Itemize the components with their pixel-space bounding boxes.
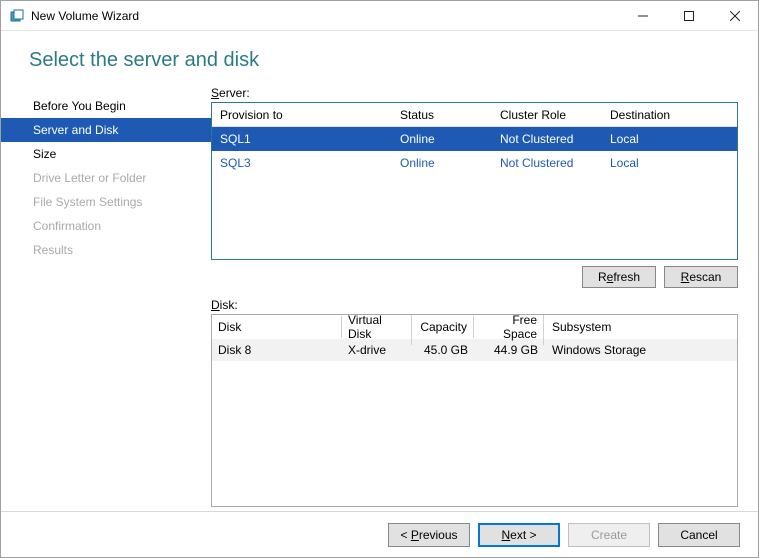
main-content: Server: Provision to Status Cluster Role… — [211, 82, 738, 511]
col-cluster[interactable]: Cluster Role — [492, 104, 602, 126]
close-button[interactable] — [712, 1, 758, 30]
minimize-button[interactable] — [620, 1, 666, 30]
app-icon — [9, 8, 25, 24]
sidebar-item-file-system: File System Settings — [1, 190, 211, 214]
server-row[interactable]: SQL1 Online Not Clustered Local — [212, 127, 737, 151]
server-buttons: Refresh Rescan — [211, 266, 738, 288]
window-controls — [620, 1, 758, 30]
window-title: New Volume Wizard — [31, 9, 620, 23]
cell-destination: Local — [602, 128, 737, 150]
wizard-sidebar: Before You Begin Server and Disk Size Dr… — [1, 82, 211, 511]
cell-destination: Local — [602, 152, 737, 174]
cell-provision: SQL1 — [212, 128, 392, 150]
sidebar-item-before-you-begin[interactable]: Before You Begin — [1, 94, 211, 118]
disk-label: Disk: — [211, 298, 738, 312]
col-disk[interactable]: Disk — [212, 316, 342, 338]
sidebar-item-drive-letter: Drive Letter or Folder — [1, 166, 211, 190]
heading-area: Select the server and disk — [1, 31, 758, 82]
col-status[interactable]: Status — [392, 104, 492, 126]
cell-disk: Disk 8 — [212, 340, 342, 360]
col-provision[interactable]: Provision to — [212, 104, 392, 126]
cell-status: Online — [392, 152, 492, 174]
previous-button[interactable]: < Previous — [388, 523, 470, 547]
refresh-button[interactable]: Refresh — [582, 266, 656, 288]
col-capacity[interactable]: Capacity — [412, 316, 474, 338]
cell-capacity: 45.0 GB — [412, 340, 474, 360]
cell-cluster: Not Clustered — [492, 152, 602, 174]
titlebar: New Volume Wizard — [1, 1, 758, 31]
disk-list-header: Disk Virtual Disk Capacity Free Space Su… — [212, 315, 737, 339]
cell-status: Online — [392, 128, 492, 150]
cell-free-space: 44.9 GB — [474, 340, 544, 360]
sidebar-item-confirmation: Confirmation — [1, 214, 211, 238]
server-row[interactable]: SQL3 Online Not Clustered Local — [212, 151, 737, 175]
col-destination[interactable]: Destination — [602, 104, 737, 126]
page-title: Select the server and disk — [29, 49, 758, 72]
cell-cluster: Not Clustered — [492, 128, 602, 150]
next-button[interactable]: Next > — [478, 523, 560, 547]
sidebar-item-size[interactable]: Size — [1, 142, 211, 166]
col-subsystem[interactable]: Subsystem — [544, 316, 737, 338]
server-list[interactable]: Provision to Status Cluster Role Destina… — [211, 102, 738, 260]
sidebar-item-results: Results — [1, 238, 211, 262]
server-list-header: Provision to Status Cluster Role Destina… — [212, 103, 737, 127]
wizard-footer: < Previous Next > Create Cancel — [1, 511, 758, 557]
disk-list[interactable]: Disk Virtual Disk Capacity Free Space Su… — [211, 314, 738, 507]
sidebar-item-server-and-disk[interactable]: Server and Disk — [1, 118, 211, 142]
cell-provision: SQL3 — [212, 152, 392, 174]
cell-virtual-disk: X-drive — [342, 340, 412, 360]
maximize-button[interactable] — [666, 1, 712, 30]
cell-subsystem: Windows Storage — [544, 340, 737, 360]
server-label: Server: — [211, 86, 738, 100]
rescan-button[interactable]: Rescan — [664, 266, 738, 288]
cancel-button[interactable]: Cancel — [658, 523, 740, 547]
disk-row[interactable]: Disk 8 X-drive 45.0 GB 44.9 GB Windows S… — [212, 339, 737, 361]
create-button: Create — [568, 523, 650, 547]
